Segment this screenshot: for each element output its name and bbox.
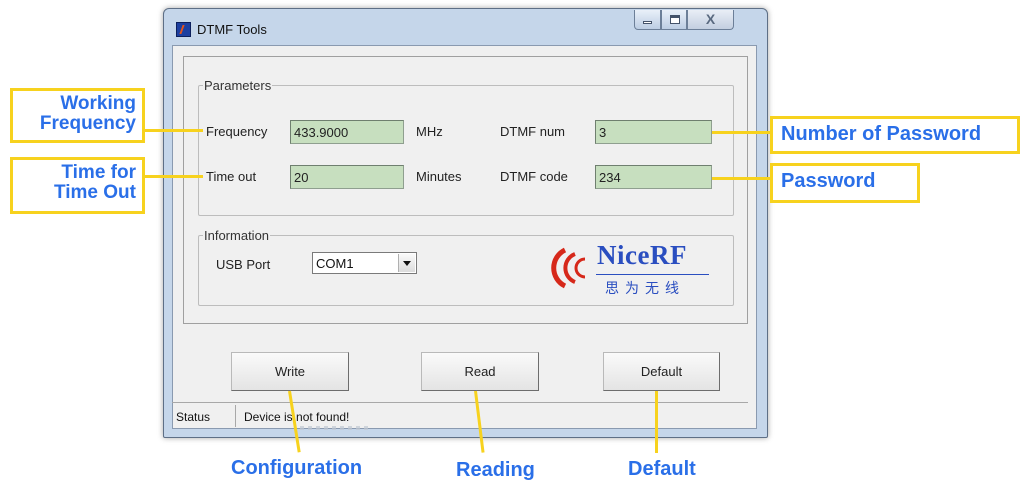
password-text: Password: [781, 170, 876, 192]
time-for-time-out-text: Time for Time Out: [54, 162, 136, 203]
nicerf-logo: NiceRF 思为无线: [545, 240, 715, 300]
working-frequency-text: Working Frequency: [39, 93, 136, 134]
dtmf-num-input[interactable]: [595, 120, 712, 144]
default-connector: [655, 391, 658, 453]
logo-chinese-text: 思为无线: [605, 280, 685, 296]
chevron-down-icon[interactable]: [398, 254, 415, 272]
time-for-time-out-callout: Time for Time Out: [10, 157, 145, 214]
working-frequency-connector: [145, 129, 203, 132]
time-for-time-out-connector: [145, 175, 203, 178]
signal-arcs-icon: [551, 247, 586, 289]
status-message: Device is not found!: [244, 410, 350, 424]
maximize-button[interactable]: [661, 10, 687, 30]
write-button[interactable]: Write: [231, 352, 349, 391]
status-divider: [235, 405, 236, 427]
logo-underline: [596, 274, 709, 275]
default-button[interactable]: Default: [603, 352, 720, 391]
timeout-label: Time out: [206, 169, 257, 184]
resize-grip[interactable]: [300, 426, 370, 430]
number-of-password-text: Number of Password: [781, 123, 982, 145]
usb-port-select[interactable]: COM1: [312, 252, 417, 274]
minimize-button[interactable]: [634, 10, 661, 30]
timeout-unit: Minutes: [416, 169, 462, 184]
configuration-annotation: Configuration: [231, 457, 363, 479]
title-bar[interactable]: DTMF Tools X: [164, 9, 767, 45]
reading-annotation: Reading: [456, 459, 535, 481]
dtmf-code-input[interactable]: [595, 165, 712, 189]
default-annotation: Default: [628, 458, 696, 480]
window-title: DTMF Tools: [197, 22, 267, 37]
frequency-input[interactable]: [290, 120, 404, 144]
logo-name: NiceRF: [597, 240, 687, 270]
dtmf-num-label: DTMF num: [500, 124, 565, 139]
timeout-input[interactable]: [290, 165, 404, 189]
close-button[interactable]: X: [687, 10, 734, 30]
close-icon: X: [705, 11, 716, 27]
read-button[interactable]: Read: [421, 352, 539, 391]
information-legend: Information: [204, 228, 270, 243]
usb-port-label: USB Port: [216, 257, 271, 272]
password-callout: Password: [770, 163, 920, 203]
usb-port-value: COM1: [316, 256, 354, 271]
dtmf-code-label: DTMF code: [500, 169, 568, 184]
number-of-password-connector: [712, 131, 770, 134]
parameters-group: Parameters: [198, 78, 734, 216]
app-icon: [176, 22, 191, 37]
number-of-password-callout: Number of Password: [770, 116, 1020, 154]
parameters-legend: Parameters: [204, 78, 272, 93]
status-bar: Status Device is not found!: [172, 402, 748, 429]
frequency-label: Frequency: [206, 124, 268, 139]
password-connector: [712, 177, 770, 180]
working-frequency-callout: Working Frequency: [10, 88, 145, 143]
frequency-unit: MHz: [416, 124, 443, 139]
status-label: Status: [176, 410, 211, 424]
